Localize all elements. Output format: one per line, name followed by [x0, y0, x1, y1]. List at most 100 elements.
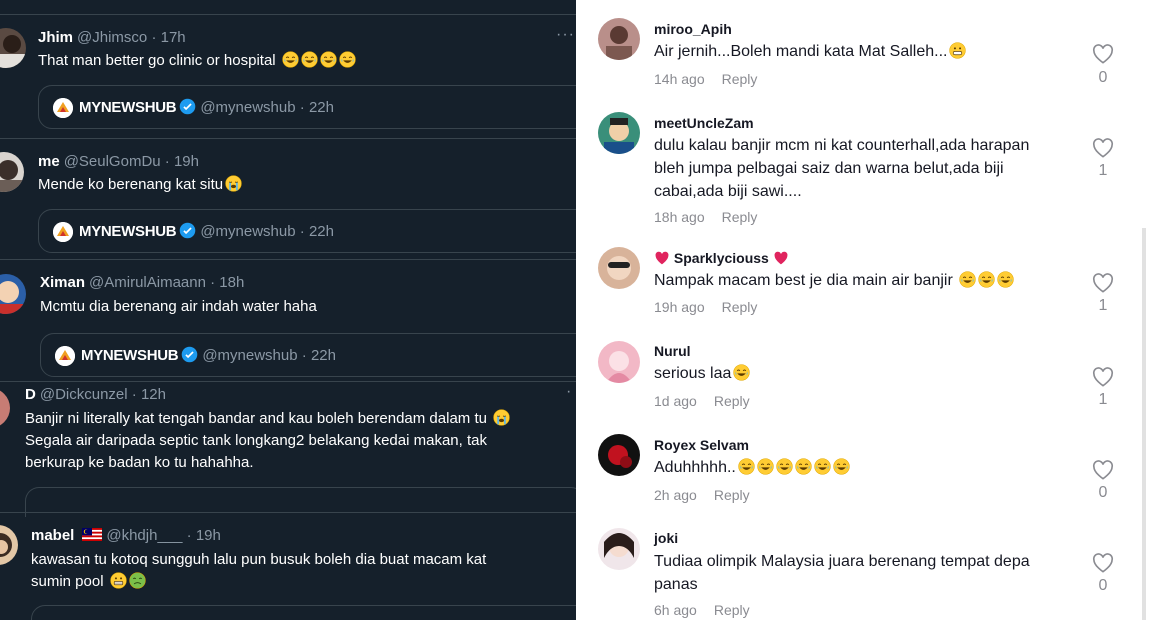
comment-username[interactable]: Sparklyciouss [654, 250, 789, 266]
tweet-time[interactable]: 19h [196, 527, 221, 544]
comment-meta: 19h ago Reply [654, 299, 757, 315]
reply-button[interactable]: Reply [714, 602, 750, 618]
joy-emoji-icon [301, 51, 318, 68]
dot-separator: · [164, 153, 170, 170]
rofl-emoji-icon [736, 458, 850, 476]
tweet-author-name[interactable]: mabel [31, 527, 74, 544]
quote-time: 22h [310, 347, 336, 364]
comment-username[interactable]: joki [654, 530, 678, 546]
heart-icon[interactable] [1092, 138, 1114, 158]
quoted-tweet[interactable]: MYNEWSHUB @mynewshub · 22h [38, 209, 576, 253]
verified-badge-icon [180, 222, 196, 239]
tweet-handle[interactable]: @AmirulAimaann [89, 274, 206, 291]
tweet-header: Ximan @AmirulAimaann · 18h [40, 274, 244, 291]
avatar[interactable] [598, 434, 640, 476]
more-horizontal-icon[interactable]: ··· [556, 26, 575, 44]
tweet-text: Banjir ni literally kat tengah bandar an… [25, 408, 576, 474]
comment-text: Aduhhhhh.. [654, 456, 1074, 479]
tweet-author-name[interactable]: Jhim [38, 29, 73, 46]
tweet-time[interactable]: 17h [161, 29, 186, 46]
tweet-author-name[interactable]: me [38, 153, 60, 170]
avatar[interactable] [598, 341, 640, 383]
comment-time: 14h ago [654, 71, 705, 87]
comment-text: Air jernih...Boleh mandi kata Mat Salleh… [654, 40, 1074, 63]
avatar[interactable] [0, 274, 26, 314]
tweet-header: Jhim @Jhimsco · 17h [38, 29, 186, 46]
comment-meta: 14h ago Reply [654, 71, 757, 87]
heart-icon[interactable] [1092, 273, 1114, 293]
heart-icon[interactable] [1092, 460, 1114, 480]
comment-line: panas [654, 576, 698, 593]
heart-icon[interactable] [1092, 44, 1114, 64]
reply-button[interactable]: Reply [722, 209, 758, 225]
comment-text-content: serious laa [654, 365, 732, 382]
comment-text-content: Air jernih...Boleh mandi kata Mat Salleh… [654, 43, 948, 60]
grin-emoji-icon [947, 42, 967, 60]
scrollbar[interactable] [1142, 228, 1146, 620]
sob-emoji-icon [491, 409, 510, 427]
tweet-time[interactable]: 12h [141, 386, 166, 403]
tweet-time[interactable]: 18h [219, 274, 244, 291]
reply-button[interactable]: Reply [722, 71, 758, 87]
quoted-tweet[interactable]: MYNEWSHUB @mynewshub · 22h [38, 85, 576, 129]
comment-meta: 18h ago Reply [654, 209, 757, 225]
tweet-author-name[interactable]: D [25, 386, 36, 403]
avatar[interactable] [0, 28, 26, 68]
tweet-handle[interactable]: @SeulGomDu [64, 153, 161, 170]
nauseated-emoji-icon [129, 572, 146, 589]
reply-button[interactable]: Reply [722, 299, 758, 315]
comment-username[interactable]: Nurul [654, 343, 691, 359]
heart-icon[interactable] [1092, 367, 1114, 387]
tweet-text-content: Mende ko berenang kat situ [38, 176, 224, 193]
reply-button[interactable]: Reply [714, 393, 750, 409]
comment-meta: 1d ago Reply [654, 393, 750, 409]
comment-username[interactable]: meetUncleZam [654, 115, 754, 131]
avatar[interactable] [598, 528, 640, 570]
tweet-text-content: That man better go clinic or hospital [38, 52, 276, 69]
like-count: 1 [1098, 391, 1108, 408]
comment-text: serious laa [654, 362, 1074, 385]
rofl-emoji-icon [733, 364, 751, 381]
joy-emoji-icon [959, 271, 976, 288]
joy-emoji-icon [978, 271, 995, 288]
tweet-text: That man better go clinic or hospital [38, 50, 356, 72]
avatar[interactable] [0, 525, 18, 565]
tweet-handle[interactable]: @Jhimsco [77, 29, 147, 46]
tweet-header: me @SeulGomDu · 19h [38, 153, 199, 170]
comment-time: 19h ago [654, 299, 705, 315]
comment-username[interactable]: Royex Selvam [654, 437, 749, 453]
avatar[interactable] [598, 18, 640, 60]
tweet-header: D @Dickcunzel · 12h [25, 386, 166, 403]
comment-text: Tudiaa olimpik Malaysia juara berenang t… [654, 550, 1074, 596]
like-count: 0 [1098, 577, 1108, 594]
divider [0, 259, 576, 260]
quoted-tweet[interactable]: MYNEWSHUB @mynewshub · 22h [40, 333, 576, 377]
tweet-author-name[interactable]: Ximan [40, 274, 85, 291]
grimace-emoji-icon [110, 572, 127, 589]
avatar[interactable] [598, 112, 640, 154]
avatar[interactable] [0, 152, 24, 192]
dot-separator: · [151, 29, 157, 46]
tweet-time[interactable]: 19h [174, 153, 199, 170]
avatar[interactable] [0, 388, 10, 428]
more-horizontal-icon[interactable]: · [566, 383, 572, 401]
avatar[interactable] [598, 247, 640, 289]
comments-panel: miroo_Apih Air jernih...Boleh mandi kata… [576, 0, 1150, 620]
quote-author-name: MYNEWSHUB [79, 223, 177, 240]
tweet-handle[interactable]: @Dickcunzel [40, 386, 128, 403]
rofl-emoji-icon [731, 364, 751, 382]
comment-line: cabai,ada biji sawi.... [654, 183, 802, 200]
heart-icon[interactable] [1092, 553, 1114, 573]
tweet-handle[interactable]: @khdjh___ [106, 527, 182, 544]
tweet-line: berkurap ke badan ko tu hahahha. [25, 454, 254, 471]
quoted-tweet[interactable] [31, 605, 576, 620]
comment-text-content: Aduhhhhh.. [654, 459, 736, 476]
rofl-emoji-icon [757, 458, 774, 475]
sob-emoji-icon [225, 175, 242, 192]
tweet-line: sumin pool [31, 573, 104, 590]
reply-button[interactable]: Reply [714, 487, 750, 503]
divider [0, 14, 576, 15]
comment-username[interactable]: miroo_Apih [654, 21, 732, 37]
rofl-emoji-icon [814, 458, 831, 475]
quote-time: 22h [308, 223, 334, 240]
